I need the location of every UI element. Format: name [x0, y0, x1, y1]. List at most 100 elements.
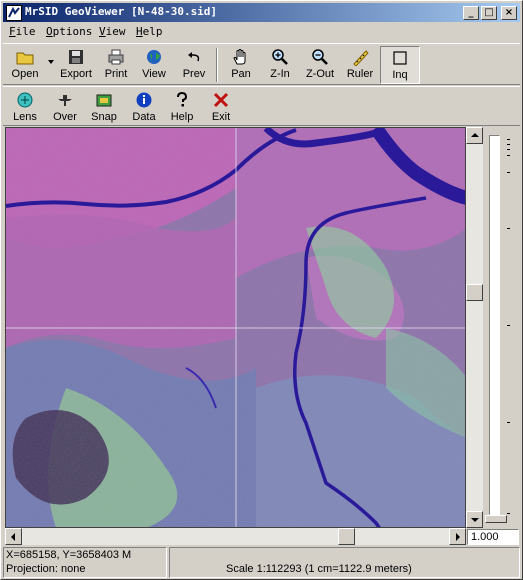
- menu-view[interactable]: View: [99, 25, 126, 38]
- scale-readout: Scale 1:112293 (1 cm=1122.9 meters): [226, 563, 412, 575]
- horizontal-scroll-thumb[interactable]: [338, 528, 355, 545]
- export-label: Export: [60, 68, 92, 80]
- zoom-tick: [507, 325, 510, 326]
- zoom-tick: [507, 172, 510, 173]
- scroll-right-button[interactable]: [449, 528, 466, 545]
- overview-icon: [58, 95, 72, 106]
- horizontal-scrollbar[interactable]: [5, 528, 466, 545]
- title-bar[interactable]: MrSID GeoViewer [N-48-30.sid] _ □ ×: [3, 3, 520, 22]
- vertical-scroll-thumb[interactable]: [466, 284, 483, 301]
- zoom-out-icon: [312, 49, 328, 65]
- map-view[interactable]: [5, 127, 466, 528]
- coordinates-readout: X=685158, Y=3658403 M: [6, 549, 132, 561]
- help-label: Help: [170, 111, 194, 123]
- view-button[interactable]: View: [134, 46, 174, 84]
- scroll-down-button[interactable]: [466, 511, 483, 528]
- minimize-button[interactable]: _: [463, 6, 479, 20]
- scroll-down-icon: [471, 518, 479, 522]
- lens-button[interactable]: Lens: [5, 89, 45, 127]
- snap-label: Snap: [91, 111, 117, 123]
- zoom-slider[interactable]: [483, 127, 520, 528]
- zoom-tick: [507, 149, 510, 150]
- prev-label: Prev: [182, 68, 206, 80]
- open-label: Open: [11, 68, 39, 80]
- vertical-scrollbar[interactable]: [466, 127, 483, 528]
- open-dropdown-arrow[interactable]: [48, 60, 54, 64]
- menu-view-hotkey: V: [99, 25, 106, 38]
- close-button[interactable]: ×: [501, 6, 517, 20]
- zoom-tick: [507, 139, 510, 140]
- pan-button[interactable]: Pan: [221, 46, 261, 84]
- zoom-in-label: Z-In: [270, 68, 290, 80]
- menu-file[interactable]: File: [9, 25, 36, 38]
- status-bar: X=685158, Y=3658403 M Projection: none S…: [3, 547, 520, 579]
- zoom-out-label: Z-Out: [305, 68, 335, 80]
- inquire-icon: [393, 51, 407, 65]
- maximize-button[interactable]: □: [481, 6, 497, 20]
- zoom-tick: [507, 155, 510, 156]
- export-button[interactable]: Export: [56, 46, 96, 84]
- maximize-icon: □: [484, 7, 494, 18]
- overview-button[interactable]: Over: [45, 89, 85, 127]
- scroll-right-icon: [456, 533, 460, 541]
- pan-label: Pan: [231, 68, 251, 80]
- menu-options-label: ptions: [52, 25, 93, 38]
- help-button[interactable]: Help: [162, 89, 202, 127]
- prev-button[interactable]: Prev: [174, 46, 214, 84]
- exit-button[interactable]: Exit: [201, 89, 241, 127]
- zoom-in-icon: [272, 49, 288, 65]
- minimize-icon: _: [468, 7, 474, 18]
- print-button[interactable]: Print: [96, 46, 136, 84]
- print-label: Print: [104, 68, 128, 80]
- floppy-icon: [69, 50, 83, 64]
- ruler-icon: [353, 50, 369, 66]
- ruler-label: Ruler: [346, 68, 374, 80]
- menu-help[interactable]: Help: [136, 25, 163, 38]
- menu-view-label: iew: [105, 25, 126, 38]
- lens-label: Lens: [13, 111, 37, 123]
- menu-bar: File Options View Help: [3, 23, 520, 42]
- zoom-track[interactable]: [489, 135, 500, 515]
- satellite-image: [6, 128, 465, 527]
- snapshot-icon: [96, 94, 112, 107]
- zoom-in-button[interactable]: Z-In: [260, 46, 300, 84]
- menu-file-hotkey: F: [9, 25, 16, 38]
- data-label: Data: [132, 111, 156, 123]
- folder-icon: [16, 52, 34, 65]
- zoom-tick: [507, 228, 510, 229]
- zoom-out-button[interactable]: Z-Out: [300, 46, 340, 84]
- menu-options[interactable]: Options: [46, 25, 92, 38]
- info-icon: [136, 92, 152, 108]
- open-button[interactable]: Open: [5, 46, 45, 84]
- question-icon: [177, 91, 188, 107]
- zoom-tick: [507, 144, 510, 145]
- main-toolbar: Open Export Print View Prev Pan Z-In Z-O…: [3, 43, 520, 85]
- toolbar-separator: [216, 48, 218, 82]
- menu-file-label: ile: [15, 25, 36, 38]
- scale-panel: Scale 1:112293 (1 cm=1122.9 meters): [169, 547, 520, 578]
- window-title: MrSID GeoViewer [N-48-30.sid]: [25, 5, 218, 18]
- menu-options-hotkey: O: [46, 25, 53, 38]
- zoom-thumb[interactable]: [485, 515, 507, 523]
- close-x-icon: [213, 92, 229, 108]
- close-icon: ×: [504, 7, 514, 18]
- coordinates-panel: X=685158, Y=3658403 M Projection: none: [3, 547, 167, 578]
- printer-icon: [108, 49, 124, 65]
- lens-icon: [17, 92, 33, 108]
- scroll-up-button[interactable]: [466, 127, 483, 144]
- data-button[interactable]: Data: [124, 89, 164, 127]
- snap-button[interactable]: Snap: [84, 89, 124, 127]
- undo-arrow-icon: [188, 52, 200, 62]
- scroll-left-icon: [11, 533, 15, 541]
- app-icon[interactable]: [6, 5, 22, 21]
- ruler-button[interactable]: Ruler: [340, 46, 380, 84]
- globe-icon: [147, 50, 161, 64]
- inquire-button[interactable]: Inq: [380, 46, 420, 84]
- hand-icon: [233, 49, 246, 65]
- scroll-left-button[interactable]: [5, 528, 22, 545]
- overview-label: Over: [53, 111, 77, 123]
- menu-help-label: elp: [142, 25, 163, 38]
- zoom-value-field[interactable]: 1.000: [467, 529, 519, 545]
- projection-readout: Projection: none: [6, 563, 86, 575]
- zoom-tick: [507, 513, 510, 514]
